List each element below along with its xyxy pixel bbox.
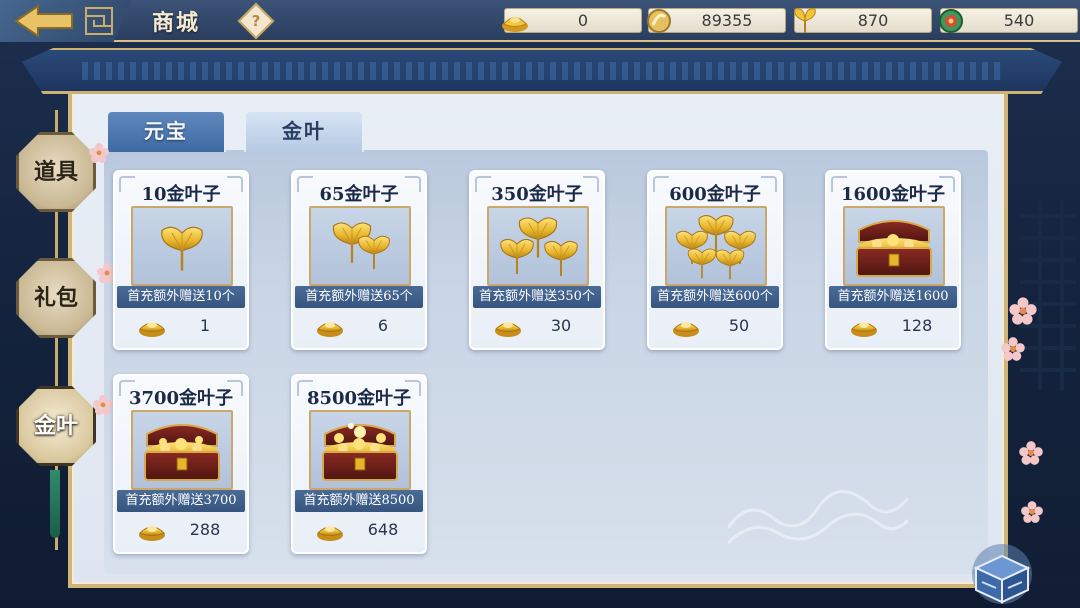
treasure-chest-icon — [322, 423, 398, 481]
product-card-3700[interactable]: 3700金叶子 首充额外赠送3700 288 — [113, 374, 249, 554]
plum-blossom-icon — [1019, 441, 1043, 465]
gold-ingot-icon — [315, 316, 345, 338]
tab-jinye[interactable]: 金叶 — [244, 110, 364, 152]
plum-blossom-icon — [1021, 501, 1043, 523]
first-charge-bonus: 首充额外赠送65个 — [295, 286, 423, 308]
first-charge-bonus: 首充额外赠送350个 — [473, 286, 601, 308]
jade-token-icon — [939, 9, 963, 33]
roof-pattern — [82, 62, 1002, 80]
product-image — [131, 410, 233, 490]
side-category-daoju[interactable]: 道具 — [16, 132, 96, 212]
ginkgo-leaf-icon — [675, 214, 757, 281]
pavilion-roof — [22, 48, 1062, 94]
gold-coin-icon — [647, 9, 671, 33]
currency-yuanbao: 0 — [502, 8, 642, 33]
gold-ingot-icon — [493, 316, 523, 338]
product-image — [131, 206, 233, 286]
currency-jade: 540 — [939, 8, 1078, 33]
product-image — [665, 206, 767, 286]
gold-ingot-icon — [137, 316, 167, 338]
product-title: 350金叶子 — [491, 184, 583, 205]
currency-value: 870 — [857, 11, 889, 30]
product-image — [309, 206, 411, 286]
product-card-1600[interactable]: 1600金叶子 首充额外赠送1600 128 — [825, 170, 961, 350]
price: 648 — [293, 518, 425, 544]
product-title: 600金叶子 — [669, 184, 761, 205]
product-card-8500[interactable]: 8500金叶子 首充额外赠送8500 648 — [291, 374, 427, 554]
first-charge-bonus: 首充额外赠送10个 — [117, 286, 245, 308]
plum-blossom-icon — [89, 143, 109, 163]
gold-ingot-icon — [137, 520, 167, 542]
side-category-label: 金叶 — [33, 413, 78, 439]
lattice-ornament-icon — [85, 7, 113, 35]
price-value: 288 — [189, 520, 221, 539]
price-value: 1 — [199, 316, 211, 335]
product-image — [309, 410, 411, 490]
back-arrow-icon — [14, 4, 73, 38]
gold-ingot-icon — [671, 316, 701, 338]
price-value: 30 — [550, 316, 572, 335]
gift-box-icon — [972, 544, 1032, 604]
plum-blossom-icon — [93, 395, 113, 415]
back-button[interactable] — [0, 0, 132, 42]
product-title: 65金叶子 — [319, 184, 399, 205]
wave-decoration — [728, 490, 908, 545]
window-lattice-decoration — [1020, 200, 1076, 390]
price: 30 — [471, 314, 603, 340]
price-value: 128 — [901, 316, 933, 335]
side-category-label: 礼包 — [33, 285, 78, 311]
ginkgo-leaf-icon — [499, 216, 579, 278]
price: 50 — [649, 314, 781, 340]
product-card-65[interactable]: 65金叶子 首充额外赠送65个 6 — [291, 170, 427, 350]
price-value: 648 — [367, 520, 399, 539]
side-category-jinye[interactable]: 金叶 — [16, 386, 96, 466]
top-bar: 商城 ? 0 89355 870 540 — [0, 0, 1080, 42]
gold-ingot-icon — [502, 17, 528, 32]
product-image — [487, 206, 589, 286]
price-value: 6 — [377, 316, 389, 335]
treasure-chest-icon — [144, 424, 220, 481]
product-card-600[interactable]: 600金叶子 首充额外赠送600个 50 — [647, 170, 783, 350]
currency-coin: 89355 — [647, 8, 786, 33]
product-image — [843, 206, 945, 286]
currency-value: 540 — [1003, 11, 1035, 30]
first-charge-bonus: 首充额外赠送3700 — [117, 490, 245, 512]
price: 288 — [115, 518, 247, 544]
first-charge-bonus: 首充额外赠送1600 — [829, 286, 957, 308]
currency-value: 0 — [577, 11, 589, 30]
gold-ingot-icon — [849, 316, 879, 338]
first-charge-bonus: 首充额外赠送8500 — [295, 490, 423, 512]
tab-yuanbao[interactable]: 元宝 — [106, 110, 226, 152]
jade-tassel — [50, 470, 60, 538]
question-mark-icon: ? — [251, 12, 261, 30]
gold-leaf-icon — [794, 8, 816, 33]
side-category-label: 道具 — [33, 159, 78, 185]
ginkgo-leaf-icon — [160, 225, 204, 272]
help-button[interactable]: ? — [237, 2, 275, 40]
gold-ingot-icon — [315, 520, 345, 542]
product-title: 10金叶子 — [141, 184, 221, 205]
treasure-chest-icon — [856, 220, 932, 277]
product-title: 8500金叶子 — [306, 388, 412, 409]
first-charge-bonus: 首充额外赠送600个 — [651, 286, 779, 308]
plum-blossom-icon — [1009, 297, 1037, 325]
side-category-libao[interactable]: 礼包 — [16, 258, 96, 338]
price: 128 — [827, 314, 959, 340]
ginkgo-leaf-icon — [332, 221, 391, 271]
product-card-10[interactable]: 10金叶子 首充额外赠送10个 1 — [113, 170, 249, 350]
gift-box-button[interactable] — [962, 538, 1038, 604]
currency-goldleaf: 870 — [794, 8, 932, 33]
price-value: 50 — [728, 316, 750, 335]
product-card-350[interactable]: 350金叶子 首充额外赠送350个 30 — [469, 170, 605, 350]
price: 1 — [115, 314, 247, 340]
product-title: 3700金叶子 — [128, 388, 234, 409]
currency-value: 89355 — [701, 11, 753, 30]
page-title: 商城 — [152, 10, 201, 36]
product-title: 1600金叶子 — [840, 184, 946, 205]
plum-blossom-icon — [1001, 337, 1025, 361]
price: 6 — [293, 314, 425, 340]
